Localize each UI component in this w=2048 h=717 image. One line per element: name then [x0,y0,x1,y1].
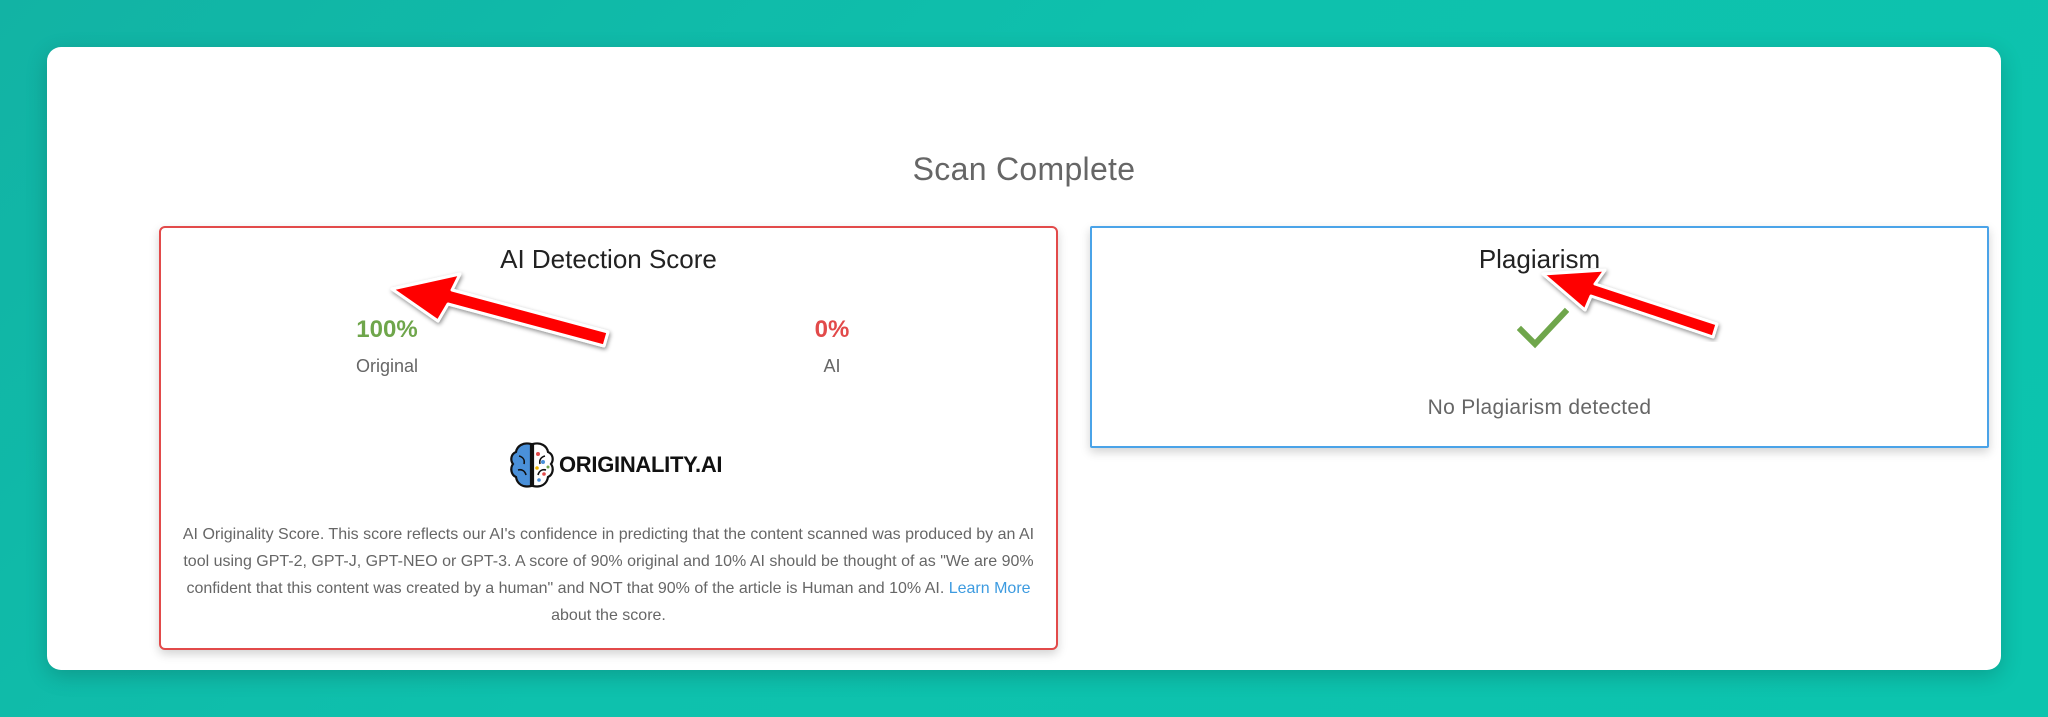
description-text: AI Originality Score. This score reflect… [182,526,1035,597]
page-title: Scan Complete [912,151,1136,187]
description-suffix: about the score. [551,607,666,624]
annotation-arrow-right [1541,268,1719,339]
annotation-arrow-left [390,272,610,348]
learn-more-link[interactable]: Learn More [949,580,1031,597]
ai-score-label: AI [823,356,841,376]
ai-score-description: AI Originality Score. This score reflect… [181,521,1036,629]
brain-icon [510,442,554,488]
originality-logo: ORIGINALITY.AI [509,438,723,492]
plagiarism-status: No Plagiarism detected [1427,396,1652,419]
ai-score: 0% AI [732,316,932,377]
scan-result-panel: Scan Complete AI Detection Score 100% Or… [47,47,2001,670]
ai-score-value: 0% [814,316,850,343]
logo-text: ORIGINALITY.AI [559,452,723,477]
